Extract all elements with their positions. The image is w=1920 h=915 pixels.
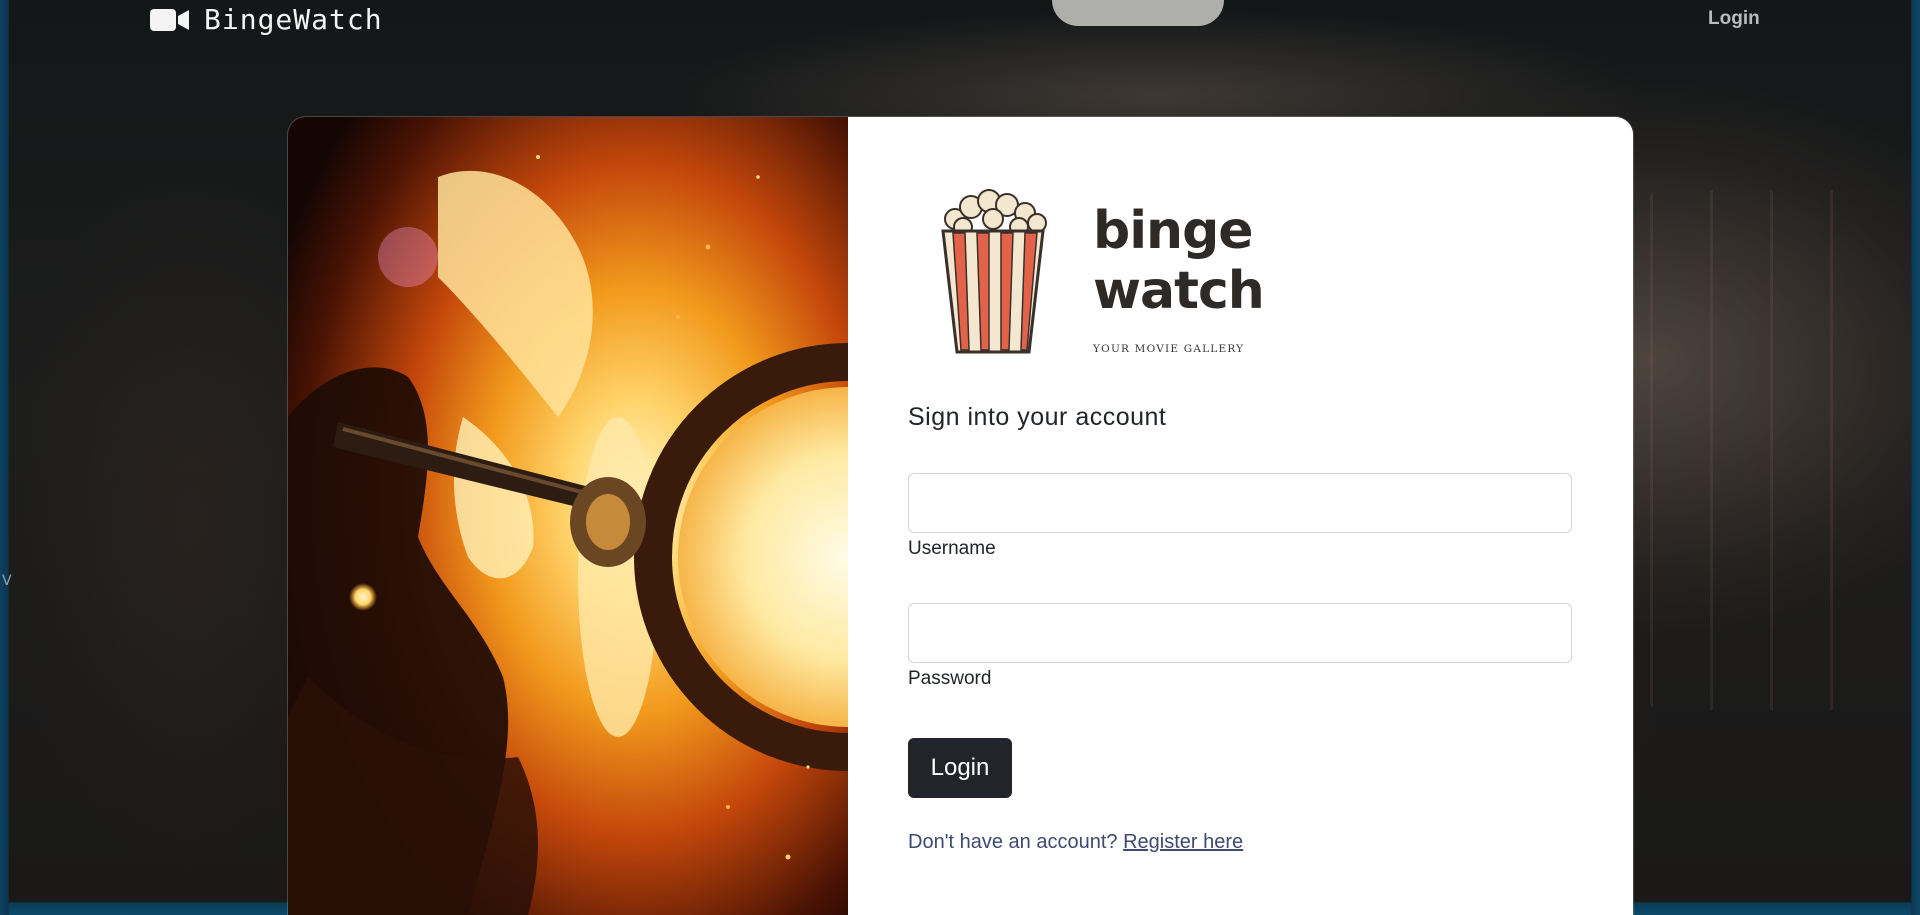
password-input[interactable] (908, 603, 1572, 663)
brand-link[interactable]: BingeWatch (150, 3, 383, 36)
login-card: binge watch YOUR MOVIE GALLERY Sign into… (288, 117, 1633, 915)
video-camera-icon (150, 8, 189, 31)
logo-tagline: YOUR MOVIE GALLERY (1093, 343, 1245, 355)
register-prompt-text: Don't have an account? (908, 831, 1118, 853)
hero-illustration (288, 117, 848, 915)
logo-word-binge: binge (1093, 201, 1254, 261)
brand-name: BingeWatch (204, 3, 383, 36)
username-label: Username (908, 538, 996, 559)
edge-text: V (2, 573, 12, 589)
login-button[interactable]: Login (908, 738, 1012, 798)
password-field-group: Password (908, 603, 1572, 690)
register-prompt-line: Don't have an account? Register here (908, 831, 1243, 854)
logo-word-watch: watch (1093, 261, 1265, 321)
signin-heading: Sign into your account (908, 403, 1167, 431)
hero-image (288, 117, 848, 915)
register-link[interactable]: Register here (1123, 831, 1243, 853)
top-navbar: BingeWatch Login (0, 0, 1920, 42)
login-form-panel: binge watch YOUR MOVIE GALLERY Sign into… (848, 117, 1633, 915)
username-input[interactable] (908, 473, 1572, 533)
password-label: Password (908, 668, 992, 689)
background-ticket-roll (1650, 190, 1890, 710)
popcorn-icon (941, 189, 1047, 354)
nav-login-link[interactable]: Login (1708, 8, 1760, 30)
username-field-group: Username (908, 473, 1572, 560)
